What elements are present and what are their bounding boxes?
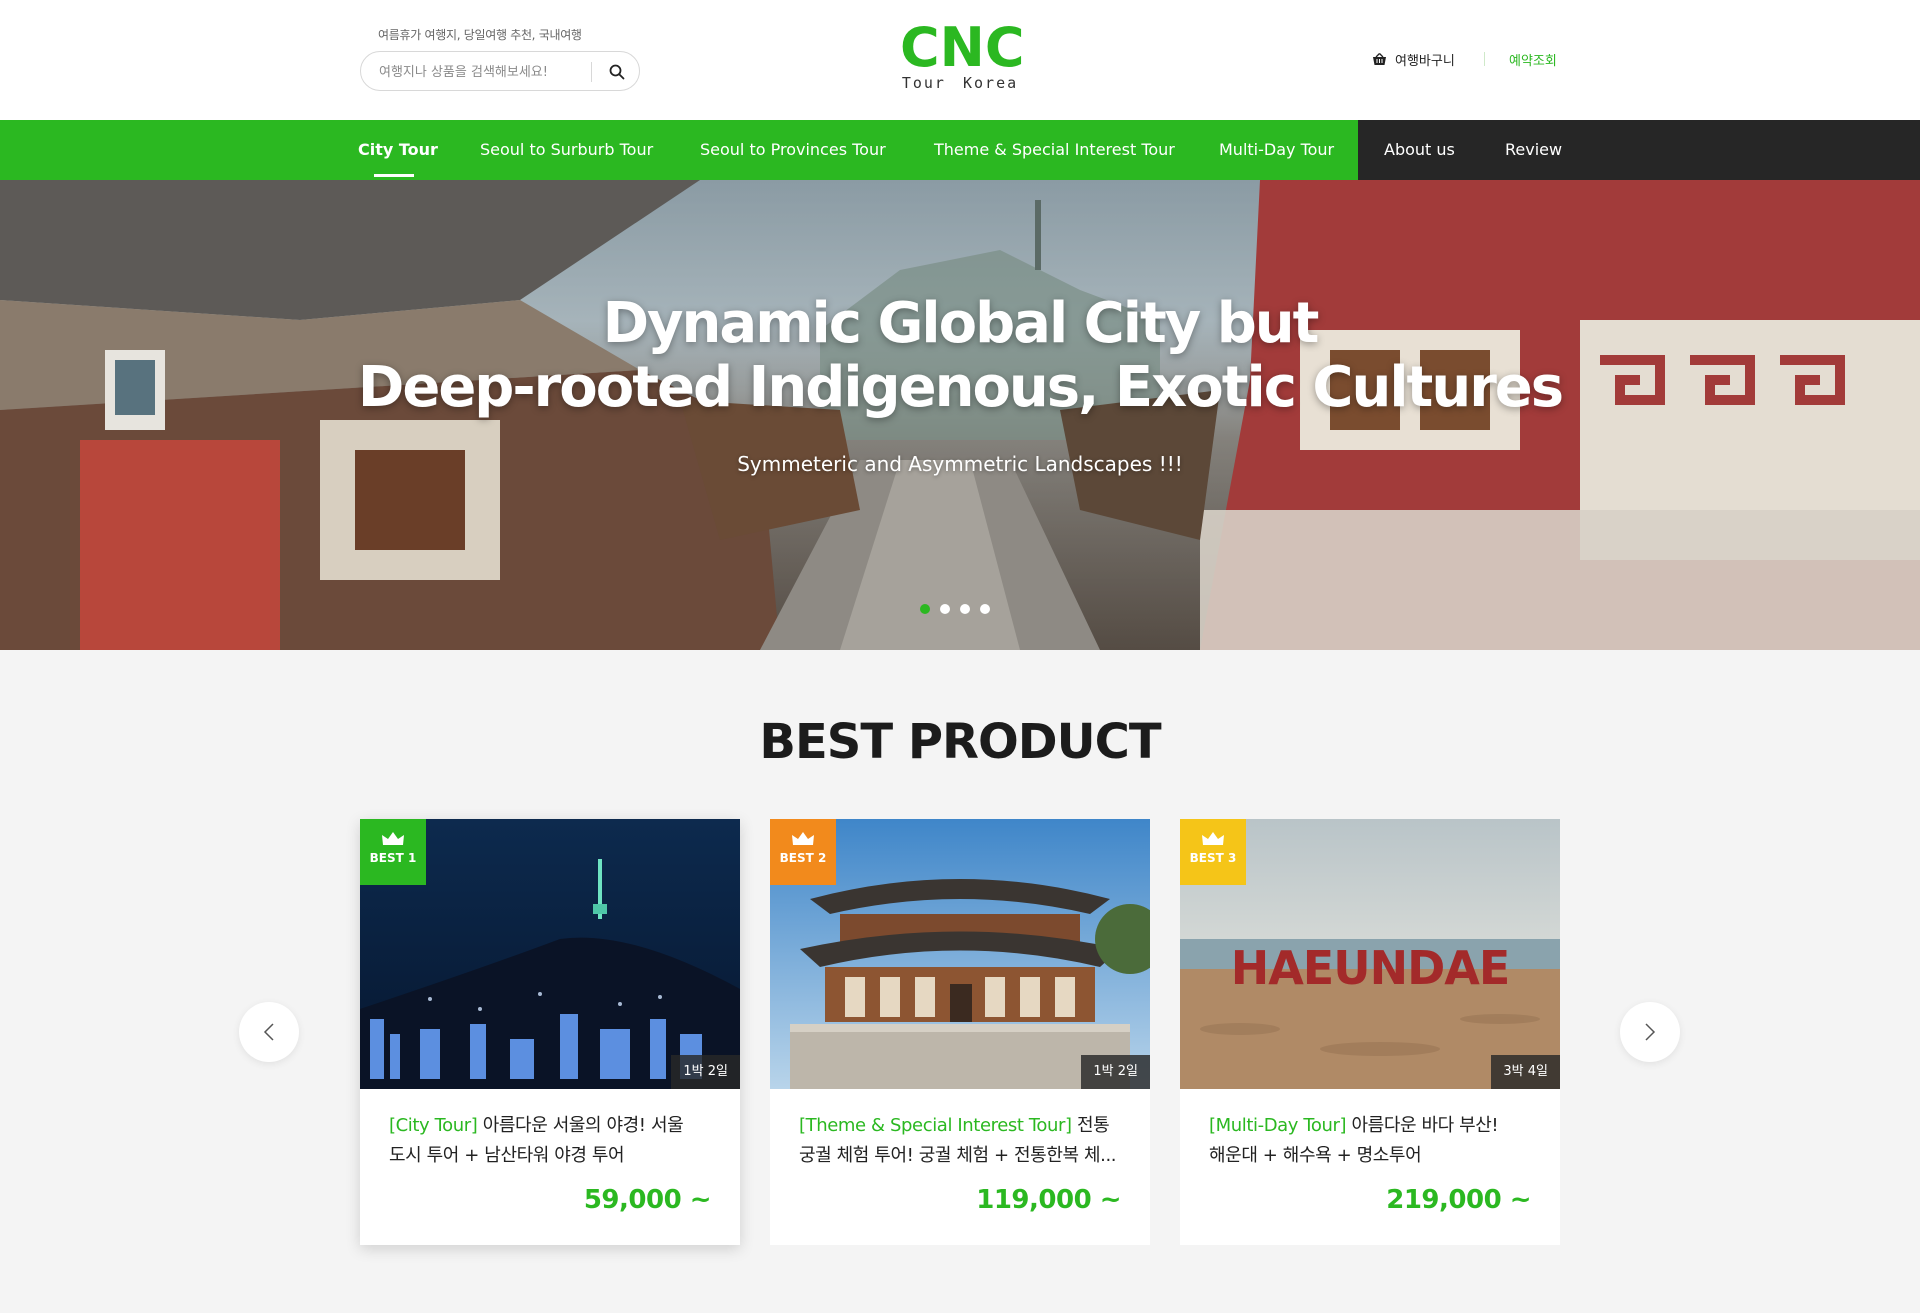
- product-image-3: HAEUNDAE BEST 3 3박 4일: [1180, 819, 1560, 1089]
- search-button[interactable]: [601, 60, 633, 84]
- product-card-1[interactable]: BEST 1 1박 2일 [City Tour] 아름다운 서울의 야경! 서울…: [360, 819, 740, 1245]
- hero-subtitle: Symmeteric and Asymmetric Landscapes !!!: [737, 452, 1183, 476]
- product-category: [Multi-Day Tour]: [1209, 1115, 1347, 1136]
- nav-item-city-tour[interactable]: City Tour: [358, 120, 438, 180]
- slider-dot-1[interactable]: [920, 604, 930, 614]
- search-input[interactable]: [379, 61, 579, 83]
- best-badge-label: BEST 3: [1189, 851, 1237, 865]
- search-box: [360, 51, 640, 91]
- carousel-next-button[interactable]: [1620, 1002, 1680, 1062]
- nav-item-about-us[interactable]: About us: [1384, 120, 1455, 180]
- hero-title-line2: Deep-rooted Indigenous, Exotic Cultures: [357, 355, 1564, 420]
- reservation-lookup-link[interactable]: 예약조회: [1509, 50, 1557, 69]
- product-card-3[interactable]: HAEUNDAE BEST 3 3박 4일 [Multi-Day Tour] 아…: [1180, 819, 1560, 1245]
- duration-tag: 3박 4일: [1491, 1055, 1560, 1089]
- product-title: [Theme & Special Interest Tour] 전통궁궐 체험 …: [799, 1111, 1121, 1171]
- duration-tag: 1박 2일: [1081, 1055, 1150, 1089]
- best-badge-3: BEST 3: [1180, 819, 1246, 885]
- slider-dot-2[interactable]: [940, 604, 950, 614]
- best-badge-2: BEST 2: [770, 819, 836, 885]
- product-price: 219,000 ~: [1386, 1185, 1531, 1215]
- logo-main-text: CNC: [900, 16, 1025, 79]
- product-title-line1: 전통: [1071, 1115, 1110, 1136]
- site-header: 여름휴가 여행지, 당일여행 추천, 국내여행 CNC Tour Korea 여…: [0, 0, 1920, 120]
- duration-tag: 1박 2일: [671, 1055, 740, 1089]
- product-title-line2: 해운대 + 해수욕 + 명소투어: [1209, 1145, 1422, 1166]
- product-title: [City Tour] 아름다운 서울의 야경! 서울도시 투어 + 남산타워 …: [389, 1111, 711, 1171]
- cart-label: 여행바구니: [1395, 54, 1455, 69]
- product-title: [Multi-Day Tour] 아름다운 바다 부산! 해운대 + 해수욕 + …: [1209, 1111, 1531, 1171]
- best-product-heading: BEST PRODUCT: [759, 714, 1161, 770]
- basket-icon: [1373, 53, 1386, 65]
- search-tagline: 여름휴가 여행지, 당일여행 추천, 국내여행: [378, 28, 582, 42]
- nav-item-theme-tour[interactable]: Theme & Special Interest Tour: [934, 120, 1175, 180]
- best-badge-label: BEST 2: [779, 851, 827, 865]
- cart-link[interactable]: 여행바구니: [1372, 50, 1455, 69]
- slider-pagination: [920, 604, 990, 614]
- hero-title-line1: Dynamic Global City but: [602, 291, 1320, 356]
- search-icon: [609, 64, 625, 80]
- main-nav: City Tour Seoul to Surburb Tour Seoul to…: [0, 120, 1920, 180]
- search-divider: [591, 62, 592, 82]
- best-badge-label: BEST 1: [369, 851, 417, 865]
- product-price: 59,000 ~: [583, 1185, 712, 1215]
- product-card-2[interactable]: BEST 2 1박 2일 [Theme & Special Interest T…: [770, 819, 1150, 1245]
- hero-title: Dynamic Global City but Deep-rooted Indi…: [0, 292, 1920, 420]
- nav-item-review[interactable]: Review: [1505, 120, 1562, 180]
- product-title-line2: 궁궐 체험 투어! 궁궐 체험 + 전통한복 체...: [799, 1145, 1117, 1166]
- product-title-line2: 도시 투어 + 남산타워 야경 투어: [389, 1145, 625, 1166]
- logo-sub-text: Tour Korea: [901, 74, 1019, 92]
- best-badge-1: BEST 1: [360, 819, 426, 885]
- chevron-right-icon: [1645, 1023, 1656, 1041]
- nav-active-indicator: [374, 174, 414, 177]
- crown-icon: [792, 832, 814, 845]
- product-price: 119,000 ~: [976, 1185, 1121, 1215]
- product-category: [City Tour]: [389, 1115, 478, 1136]
- chevron-left-icon: [263, 1023, 274, 1041]
- hero-slider: Dynamic Global City but Deep-rooted Indi…: [0, 180, 1920, 650]
- product-image-2: BEST 2 1박 2일: [770, 819, 1150, 1089]
- product-title-line1: 아름다운 바다 부산!: [1346, 1115, 1499, 1136]
- haeundae-sign-text: HAEUNDAE: [1231, 941, 1510, 995]
- slider-dot-3[interactable]: [960, 604, 970, 614]
- nav-item-multi-day-tour[interactable]: Multi-Day Tour: [1219, 120, 1334, 180]
- site-logo[interactable]: CNC Tour Korea: [900, 16, 1025, 100]
- slider-dot-4[interactable]: [980, 604, 990, 614]
- crown-icon: [382, 832, 404, 845]
- product-image-1: BEST 1 1박 2일: [360, 819, 740, 1089]
- crown-icon: [1202, 832, 1224, 845]
- carousel-prev-button[interactable]: [239, 1002, 299, 1062]
- util-divider: [1484, 52, 1485, 66]
- nav-item-provinces-tour[interactable]: Seoul to Provinces Tour: [700, 120, 886, 180]
- nav-item-surburb-tour[interactable]: Seoul to Surburb Tour: [480, 120, 653, 180]
- product-title-line1: 아름다운 서울의 야경! 서울: [477, 1115, 684, 1136]
- product-category: [Theme & Special Interest Tour]: [799, 1115, 1072, 1136]
